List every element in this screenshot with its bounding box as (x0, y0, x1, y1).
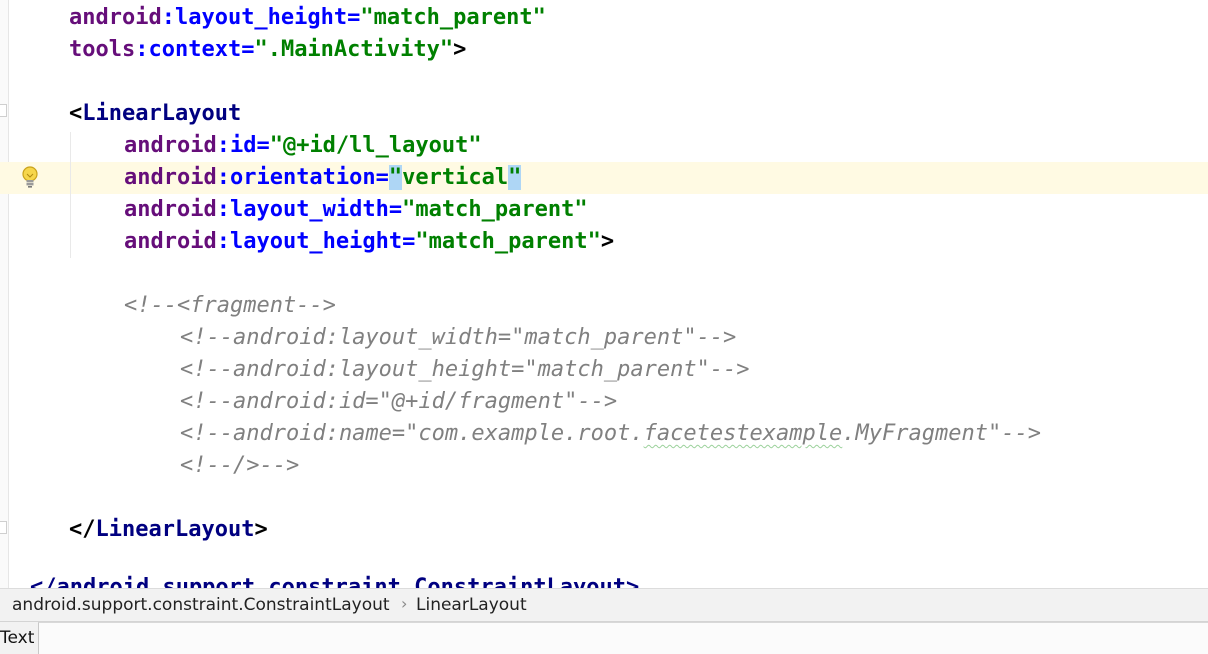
code-token: <!--/>--> (180, 453, 300, 478)
code-token: <!--android:id="@+id/fragment"--> (180, 389, 618, 414)
fold-marker-icon[interactable] (0, 521, 7, 534)
code-line: android:id="@+id/ll_layout" (124, 130, 482, 162)
code-token: :orientation= (216, 165, 389, 190)
code-line: android:orientation="vertical" (124, 162, 522, 194)
code-token: :layout_height= (216, 229, 416, 254)
code-line: <!--android:id="@+id/fragment"--> (180, 386, 617, 418)
code-line: android:layout_height="match_parent"> (124, 226, 614, 258)
tab-text[interactable]: Text (0, 622, 38, 654)
code-token: <!--<fragment--> (124, 293, 336, 318)
code-token: .MyFragment"--> (842, 421, 1041, 446)
code-token: :layout_width= (216, 197, 403, 222)
code-token: <!--android:name="com.example.root. (180, 421, 644, 446)
code-line: <!--<fragment--> (124, 290, 336, 322)
code-token: <!--android:layout_height="match_parent"… (180, 357, 750, 382)
code-token: android (124, 229, 217, 254)
lightbulb-icon[interactable] (20, 165, 40, 189)
code-token: LinearLayout (95, 517, 255, 542)
code-line-partial: </android.support.constraint.ConstraintL… (30, 575, 640, 588)
code-token: "@+id/ll_layout" (269, 133, 482, 158)
code-token: facetestexample (643, 421, 843, 446)
code-token: android (124, 197, 217, 222)
code-token: android (124, 133, 217, 158)
code-token: android (69, 5, 162, 30)
breadcrumb-item-constraintlayout[interactable]: android.support.constraint.ConstraintLay… (12, 595, 390, 615)
code-editor[interactable]: android:layout_height="match_parent" tool… (0, 0, 1208, 588)
code-token: vertical (402, 165, 509, 190)
code-line: android:layout_height="match_parent" (69, 2, 546, 34)
code-token: LinearLayout (82, 101, 242, 126)
code-token: " (508, 165, 522, 190)
indent-guide (70, 132, 71, 258)
gutter[interactable] (0, 0, 9, 588)
code-token: > (453, 37, 467, 62)
code-token: <!--android:layout_width="match_parent"-… (180, 325, 737, 350)
code-token: "match_parent" (402, 197, 588, 222)
code-token: </ (69, 517, 96, 542)
code-line: </LinearLayout> (69, 514, 268, 546)
code-line: <LinearLayout (69, 98, 241, 130)
code-token: < (69, 101, 83, 126)
code-line: <!--android:layout_width="match_parent"-… (180, 322, 736, 354)
code-token: > (254, 517, 268, 542)
code-token: " (388, 165, 403, 190)
code-token: "match_parent" (415, 229, 601, 254)
code-line: <!--/>--> (180, 450, 299, 482)
breadcrumb-separator: › (401, 594, 408, 613)
code-token: tools (69, 37, 136, 62)
code-token: android (124, 165, 217, 190)
tab-design[interactable] (38, 622, 1208, 654)
code-line: android:layout_width="match_parent" (124, 194, 588, 226)
code-token: ".MainActivity" (254, 37, 454, 62)
editor-mode-tabs: Text (0, 621, 1208, 654)
breadcrumb-item-linearlayout[interactable]: LinearLayout (416, 595, 527, 615)
code-token: > (600, 229, 615, 254)
fold-marker-icon[interactable] (0, 104, 7, 117)
code-token: :layout_height= (161, 5, 361, 30)
code-line: <!--android:layout_height="match_parent"… (180, 354, 750, 386)
code-token: :id= (216, 133, 270, 158)
code-line: <!--android:name="com.example.root.facet… (180, 418, 1041, 450)
code-line: tools:context=".MainActivity"> (69, 34, 466, 66)
code-token: "match_parent" (360, 5, 546, 30)
code-token: :context= (135, 37, 255, 62)
breadcrumb: android.support.constraint.ConstraintLay… (0, 588, 1208, 621)
